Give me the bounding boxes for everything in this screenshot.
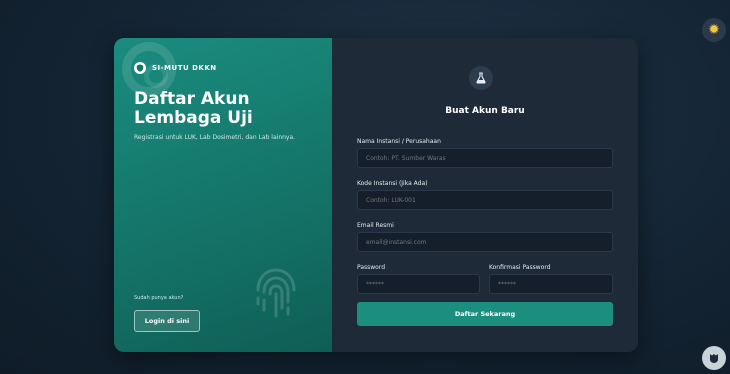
kode-label: Kode Instansi (Jika Ada) <box>357 180 428 187</box>
password-input[interactable] <box>357 274 480 294</box>
confirm-password-input[interactable] <box>489 274 613 294</box>
confirm-password-label: Konfirmasi Password <box>489 264 551 271</box>
fingerprint-icon <box>256 268 296 318</box>
have-account-text: Sudah punya akun? <box>134 295 184 301</box>
form-panel: Buat Akun Baru Nama Instansi / Perusahaa… <box>332 38 638 352</box>
nama-label: Nama Instansi / Perusahaan <box>357 138 441 145</box>
flask-icon <box>469 66 493 90</box>
nama-input[interactable] <box>357 148 613 168</box>
email-input[interactable] <box>357 232 613 252</box>
password-label: Password <box>357 264 386 271</box>
brand: SI-MUTU DKKN <box>134 62 217 74</box>
email-label: Email Resmi <box>357 222 394 229</box>
kode-input[interactable] <box>357 190 613 210</box>
shield-icon <box>134 62 146 74</box>
sun-icon: ✹ <box>708 22 720 38</box>
register-card: SI-MUTU DKKN Daftar Akun Lembaga Uji Reg… <box>114 38 638 352</box>
submit-button[interactable]: Daftar Sekarang <box>357 302 613 326</box>
page-subtitle: Registrasi untuk LUK, Lab Dosimetri, dan… <box>134 134 296 141</box>
theme-toggle-button[interactable]: ✹ <box>702 18 726 42</box>
page-title: Daftar Akun Lembaga Uji <box>134 89 253 128</box>
badge-icon[interactable] <box>702 346 726 370</box>
login-button[interactable]: Login di sini <box>134 310 200 332</box>
left-panel: SI-MUTU DKKN Daftar Akun Lembaga Uji Reg… <box>114 38 332 352</box>
brand-name: SI-MUTU DKKN <box>152 64 217 72</box>
form-title: Buat Akun Baru <box>445 106 525 116</box>
